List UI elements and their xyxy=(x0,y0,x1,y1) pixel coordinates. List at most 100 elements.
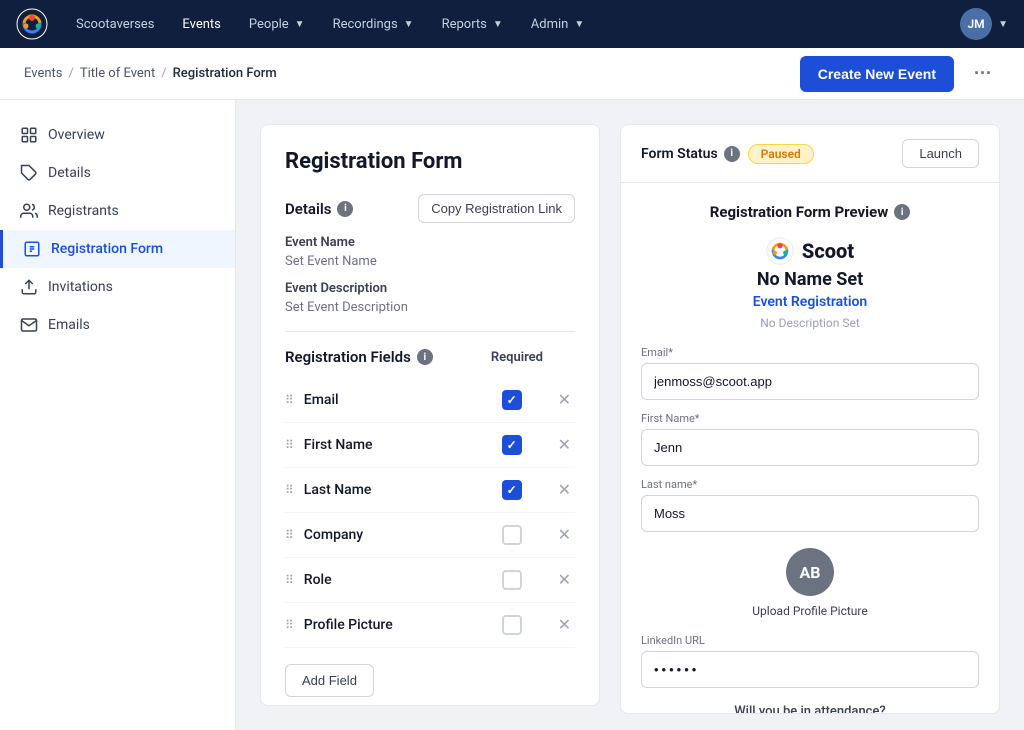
preview-upload-label[interactable]: Upload Profile Picture xyxy=(641,604,979,618)
field-name-email: Email xyxy=(304,392,502,408)
create-new-event-button[interactable]: Create New Event xyxy=(800,56,954,92)
preview-event-registration: Event Registration xyxy=(641,294,979,310)
remove-email-button[interactable]: ✕ xyxy=(554,388,575,412)
preview-field-linkedin: LinkedIn URL xyxy=(641,634,979,688)
drag-handle-firstname[interactable]: ⠿ xyxy=(285,438,294,452)
drag-handle-email[interactable]: ⠿ xyxy=(285,393,294,407)
fields-info-icon[interactable]: i xyxy=(417,349,433,365)
drag-handle-lastname[interactable]: ⠿ xyxy=(285,483,294,497)
field-row-company: ⠿ Company ✕ xyxy=(285,513,575,558)
sidebar-item-invitations[interactable]: Invitations xyxy=(0,268,235,306)
checkbox-company[interactable] xyxy=(502,525,522,545)
panel-title: Registration Form xyxy=(285,149,575,174)
add-field-button[interactable]: Add Field xyxy=(285,664,374,697)
field-name-role: Role xyxy=(304,572,502,588)
event-description-field: Event Description Set Event Description xyxy=(285,281,575,315)
preview-attendance-question: Will you be in attendance? xyxy=(641,704,979,713)
registration-form-panel: Registration Form Details i Copy Registr… xyxy=(260,124,600,706)
copy-registration-link-button[interactable]: Copy Registration Link xyxy=(418,194,575,223)
preview-no-description: No Description Set xyxy=(641,316,979,330)
preview-info-icon[interactable]: i xyxy=(894,204,910,220)
preview-panel: Form Status i Paused Launch Registration… xyxy=(620,124,1000,706)
people-dropdown-icon: ▼ xyxy=(295,19,305,30)
preview-lastname-label: Last name* xyxy=(641,478,979,491)
preview-avatar: AB xyxy=(786,548,834,596)
top-navigation: Scootaverses Events People ▼ Recordings … xyxy=(0,0,1024,48)
remove-company-button[interactable]: ✕ xyxy=(554,523,575,547)
more-options-button[interactable]: ··· xyxy=(966,59,1000,88)
launch-button[interactable]: Launch xyxy=(902,139,979,168)
remove-profile-picture-button[interactable]: ✕ xyxy=(554,613,575,637)
preview-lastname-input[interactable] xyxy=(641,495,979,532)
app-logo[interactable] xyxy=(16,8,48,40)
sidebar-item-invitations-label: Invitations xyxy=(48,279,113,295)
nav-reports[interactable]: Reports ▼ xyxy=(430,11,515,38)
checkbox-role[interactable] xyxy=(502,570,522,590)
scoot-logo-text: Scoot xyxy=(802,239,854,263)
field-name-lastname: Last Name xyxy=(304,482,502,498)
nav-admin[interactable]: Admin ▼ xyxy=(519,11,596,38)
avatar-dropdown-icon: ▼ xyxy=(998,19,1008,30)
sub-nav-actions: Create New Event ··· xyxy=(800,56,1000,92)
preview-title: Registration Form Preview i xyxy=(641,203,979,221)
scoot-logo-icon xyxy=(766,237,794,265)
preview-inner: Registration Form Preview i xyxy=(621,183,999,713)
breadcrumb-events[interactable]: Events xyxy=(24,66,62,81)
nav-events[interactable]: Events xyxy=(170,11,232,38)
fields-section-header: Registration Fields i Required xyxy=(285,348,575,366)
checkbox-firstname[interactable] xyxy=(502,435,522,455)
section-divider xyxy=(285,331,575,332)
sidebar-item-overview[interactable]: Overview xyxy=(0,116,235,154)
preview-field-lastname: Last name* xyxy=(641,478,979,532)
nav-people[interactable]: People ▼ xyxy=(237,11,317,38)
sidebar-item-details-label: Details xyxy=(48,165,91,181)
sidebar: Overview Details Registrants xyxy=(0,100,236,730)
field-row-lastname: ⠿ Last Name ✕ xyxy=(285,468,575,513)
drag-handle-company[interactable]: ⠿ xyxy=(285,528,294,542)
breadcrumb-event-title[interactable]: Title of Event xyxy=(80,66,155,81)
breadcrumb: Events / Title of Event / Registration F… xyxy=(24,66,277,81)
email-icon xyxy=(20,316,38,334)
remove-firstname-button[interactable]: ✕ xyxy=(554,433,575,457)
field-name-firstname: First Name xyxy=(304,437,502,453)
status-badge: Paused xyxy=(748,144,814,164)
admin-dropdown-icon: ▼ xyxy=(574,19,584,30)
sidebar-item-registrants[interactable]: Registrants xyxy=(0,192,235,230)
preview-linkedin-input[interactable] xyxy=(641,651,979,688)
breadcrumb-current: Registration Form xyxy=(173,66,277,81)
checkbox-profile-picture[interactable] xyxy=(502,615,522,635)
event-name-field: Event Name Set Event Name xyxy=(285,235,575,269)
form-status-info-icon[interactable]: i xyxy=(724,146,740,162)
preview-linkedin-label: LinkedIn URL xyxy=(641,634,979,647)
main-content: Registration Form Details i Copy Registr… xyxy=(236,100,1024,730)
breadcrumb-sep-2: / xyxy=(161,66,166,81)
nav-recordings[interactable]: Recordings ▼ xyxy=(321,11,426,38)
preview-email-input[interactable] xyxy=(641,363,979,400)
drag-handle-profile-picture[interactable]: ⠿ xyxy=(285,618,294,632)
fields-title: Registration Fields i xyxy=(285,348,433,366)
preview-field-email: Email* xyxy=(641,346,979,400)
field-name-profile-picture: Profile Picture xyxy=(304,617,502,633)
checkbox-email[interactable] xyxy=(502,390,522,410)
avatar[interactable]: JM xyxy=(960,8,992,40)
event-description-label: Event Description xyxy=(285,281,575,296)
drag-handle-role[interactable]: ⠿ xyxy=(285,573,294,587)
remove-lastname-button[interactable]: ✕ xyxy=(554,478,575,502)
sidebar-item-overview-label: Overview xyxy=(48,127,105,143)
checkbox-lastname[interactable] xyxy=(502,480,522,500)
remove-role-button[interactable]: ✕ xyxy=(554,568,575,592)
field-row-firstname: ⠿ First Name ✕ xyxy=(285,423,575,468)
details-title: Details i xyxy=(285,200,353,218)
nav-scootaverses[interactable]: Scootaverses xyxy=(64,11,166,38)
preview-firstname-input[interactable] xyxy=(641,429,979,466)
event-description-value[interactable]: Set Event Description xyxy=(285,300,575,315)
sidebar-item-emails[interactable]: Emails xyxy=(0,306,235,344)
event-name-value[interactable]: Set Event Name xyxy=(285,254,575,269)
preview-event-name: No Name Set xyxy=(641,269,979,290)
sidebar-item-details[interactable]: Details xyxy=(0,154,235,192)
details-info-icon[interactable]: i xyxy=(337,201,353,217)
form-icon xyxy=(23,240,41,258)
sidebar-item-emails-label: Emails xyxy=(48,317,90,333)
sidebar-item-registration-form[interactable]: Registration Form xyxy=(0,230,235,268)
form-status-label: Form Status i xyxy=(641,146,740,162)
